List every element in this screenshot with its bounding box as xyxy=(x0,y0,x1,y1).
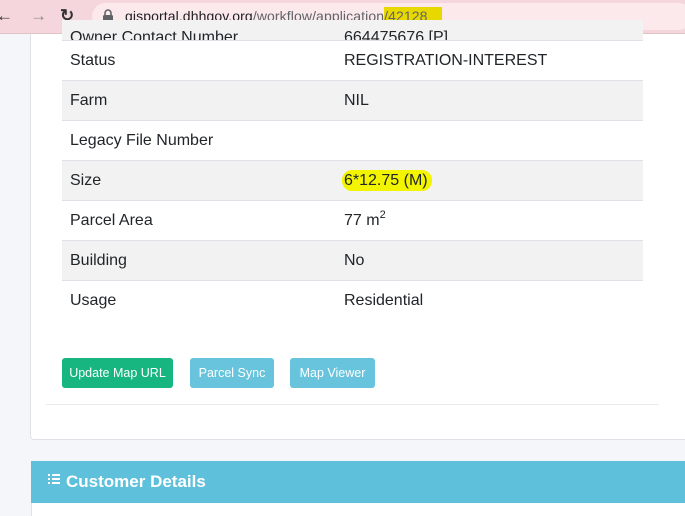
parcel-area-value: 77 m xyxy=(344,211,380,229)
table-row: Legacy File Number xyxy=(62,120,643,161)
list-icon xyxy=(48,473,60,485)
parcel-sync-button[interactable]: Parcel Sync xyxy=(190,358,274,388)
table-row: Usage Residential xyxy=(62,280,643,320)
details-table: Owner Contact Number 664475676 [P] Statu… xyxy=(62,20,643,320)
size-value-highlighted: 6*12.75 (M) xyxy=(342,169,432,191)
customer-details-header[interactable]: Customer Details xyxy=(31,461,685,503)
building-value: No xyxy=(336,240,643,281)
table-row: Size 6*12.75 (M) xyxy=(62,160,643,201)
update-map-url-button[interactable]: Update Map URL xyxy=(62,358,173,388)
farm-value: NIL xyxy=(336,80,643,121)
map-viewer-button[interactable]: Map Viewer xyxy=(290,358,375,388)
partial-row-value: 664475676 [P] xyxy=(344,29,449,41)
size-label: Size xyxy=(62,160,336,201)
table-row: Farm NIL xyxy=(62,80,643,121)
legacy-file-number-label: Legacy File Number xyxy=(62,120,336,161)
back-arrow-icon[interactable]: ← xyxy=(0,6,13,26)
partial-row-label: Owner Contact Number xyxy=(70,29,239,41)
usage-value: Residential xyxy=(336,280,643,320)
legacy-file-number-value xyxy=(336,120,643,161)
farm-label: Farm xyxy=(62,80,336,121)
table-row: Status REGISTRATION-INTEREST xyxy=(62,40,643,81)
status-label: Status xyxy=(62,40,336,81)
forward-arrow-icon[interactable]: → xyxy=(30,6,47,26)
table-row: Building No xyxy=(62,240,643,281)
parcel-area-cell: 77 m2 xyxy=(336,200,643,241)
parcel-area-label: Parcel Area xyxy=(62,200,336,241)
status-value: REGISTRATION-INTEREST xyxy=(336,40,643,81)
table-row: Owner Contact Number 664475676 [P] xyxy=(62,20,643,41)
customer-details-body xyxy=(31,503,685,516)
customer-details-title: Customer Details xyxy=(66,472,206,491)
parcel-area-unit-exponent: 2 xyxy=(379,208,386,221)
building-label: Building xyxy=(62,240,336,281)
usage-label: Usage xyxy=(62,280,336,320)
size-cell: 6*12.75 (M) xyxy=(336,160,643,201)
table-row: Parcel Area 77 m2 xyxy=(62,200,643,241)
